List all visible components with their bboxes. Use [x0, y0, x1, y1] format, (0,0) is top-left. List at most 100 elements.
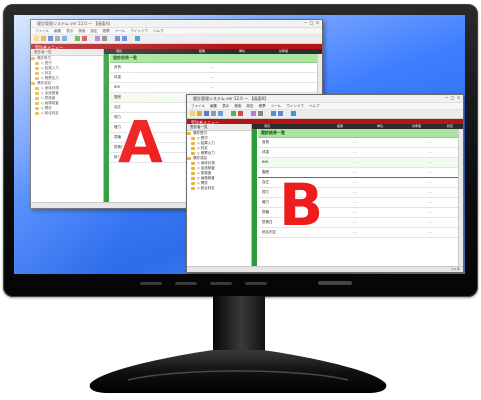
bezel-button[interactable]	[175, 282, 197, 285]
close-icon[interactable]: ×	[315, 21, 320, 25]
tree-header: 受診者一覧	[31, 49, 103, 56]
down-arrow-icon[interactable]	[122, 36, 127, 41]
print-icon[interactable]	[211, 111, 216, 116]
window-a-tree-panel: 受診者一覧 健診受付 ◇ 受付 ◇ 結果入力 ◇ 判定 ◇ 帳票出力 健診項目 …	[31, 49, 104, 202]
folder-icon	[35, 101, 39, 105]
grid-title: 健診結果一覧	[110, 54, 318, 63]
save-icon[interactable]	[204, 111, 209, 116]
menu-item[interactable]: ウインドウ	[286, 104, 304, 108]
minimize-icon[interactable]: −	[444, 96, 449, 100]
table-row[interactable]: 身長 ―	[110, 63, 318, 73]
refresh-icon[interactable]	[75, 36, 80, 41]
bezel-button[interactable]	[245, 282, 267, 285]
folder-icon	[187, 131, 191, 135]
menu-item[interactable]: 検索	[78, 29, 85, 33]
menu-item[interactable]: ヘルプ	[153, 29, 164, 33]
green-side-bar	[252, 129, 257, 266]
window-a-menubar: ファイル 編集 表示 検索 設定 帳票 ツール ウインドウ ヘルプ	[31, 28, 322, 35]
folder-icon	[35, 76, 39, 80]
table-row[interactable]: 身長 ― ―	[258, 138, 459, 148]
refresh-icon[interactable]	[231, 111, 236, 116]
edit-icon[interactable]	[95, 36, 100, 41]
folder-icon	[191, 186, 195, 190]
folder-icon	[191, 171, 195, 175]
window-b-tree-panel: 受診者一覧 健診受付 ◇ 受付 ◇ 結果入力 ◇ 判定 ◇ 帳票出力 健診項目 …	[187, 124, 252, 266]
up-arrow-icon[interactable]	[115, 36, 120, 41]
window-b[interactable]: 健診管理システム ver 12.0 — 【画面B】 − □ × ファイル 編集 …	[186, 94, 464, 273]
menu-item[interactable]: 帳票	[259, 104, 266, 108]
help-icon[interactable]	[135, 36, 140, 41]
menu-item[interactable]: 検索	[234, 104, 241, 108]
save-icon[interactable]	[48, 36, 53, 41]
open-folder-icon[interactable]	[41, 36, 46, 41]
folder-icon	[35, 91, 39, 95]
close-icon[interactable]: ×	[456, 96, 461, 100]
folder-icon	[191, 181, 195, 185]
folder-icon	[35, 106, 39, 110]
folder-icon	[35, 111, 39, 115]
open-folder-icon[interactable]	[197, 111, 202, 116]
folder-icon	[31, 56, 35, 60]
new-file-icon[interactable]	[190, 111, 195, 116]
search-icon[interactable]	[62, 36, 67, 41]
menu-item[interactable]: 編集	[54, 29, 61, 33]
window-a-titlebar[interactable]: 健診管理システム ver 12.0 — 【画面A】 − □ ×	[31, 20, 322, 28]
menu-item[interactable]: 編集	[210, 104, 217, 108]
folder-icon	[35, 86, 39, 90]
folder-icon	[35, 71, 39, 75]
folder-icon	[191, 141, 195, 145]
new-file-icon[interactable]	[34, 36, 39, 41]
stop-icon[interactable]	[238, 111, 243, 116]
tree-item[interactable]: ◇ 総合判定	[187, 186, 251, 191]
window-a-toolbar	[31, 35, 322, 44]
print-icon[interactable]	[55, 36, 60, 41]
power-button[interactable]	[318, 281, 352, 285]
tree-item[interactable]: ◇ 総合判定	[31, 111, 103, 116]
window-b-statusbar: 1/1 件	[187, 266, 463, 272]
window-a-title: 健診管理システム ver 12.0 — 【画面A】	[37, 21, 113, 26]
menu-item[interactable]: 帳票	[103, 29, 110, 33]
maximize-icon[interactable]: □	[309, 21, 314, 25]
folder-icon	[191, 146, 195, 150]
monitor-screen: 健診管理システム ver 12.0 — 【画面A】 − □ × ファイル 編集 …	[14, 15, 465, 274]
down-arrow-icon[interactable]	[278, 111, 283, 116]
table-row[interactable]: BMI ―	[110, 83, 318, 93]
table-row[interactable]: 体重 ―	[110, 73, 318, 83]
menu-item[interactable]: ウインドウ	[130, 29, 148, 33]
bezel-button[interactable]	[210, 282, 232, 285]
table-row[interactable]: BMI ― ―	[258, 158, 459, 168]
help-icon[interactable]	[291, 111, 296, 116]
delete-icon[interactable]	[258, 111, 263, 116]
edit-icon[interactable]	[251, 111, 256, 116]
menu-item[interactable]: 表示	[66, 29, 73, 33]
minimize-icon[interactable]: −	[303, 21, 308, 25]
folder-icon	[191, 176, 195, 180]
maximize-icon[interactable]: □	[450, 96, 455, 100]
window-b-titlebar[interactable]: 健診管理システム ver 12.0 — 【画面B】 − □ ×	[187, 95, 463, 103]
folder-icon	[187, 156, 191, 160]
monitor-stand-neck	[213, 296, 265, 358]
menu-item[interactable]: ツール	[271, 104, 282, 108]
label-a: A	[118, 108, 163, 176]
menu-item[interactable]: ヘルプ	[309, 104, 320, 108]
grid-title: 健診結果一覧	[258, 129, 459, 138]
menu-item[interactable]: 表示	[222, 104, 229, 108]
label-b: B	[279, 171, 324, 239]
folder-icon	[31, 81, 35, 85]
vertical-scrollbar[interactable]	[458, 129, 463, 266]
folder-icon	[191, 136, 195, 140]
stop-icon[interactable]	[82, 36, 87, 41]
menu-item[interactable]: ファイル	[191, 104, 205, 108]
folder-icon	[35, 96, 39, 100]
menu-item[interactable]: ツール	[115, 29, 126, 33]
menu-item[interactable]: 設定	[91, 29, 98, 33]
window-b-title: 健診管理システム ver 12.0 — 【画面B】	[193, 96, 269, 101]
menu-item[interactable]: ファイル	[35, 29, 49, 33]
window-b-menubar: ファイル 編集 表示 検索 設定 帳票 ツール ウインドウ ヘルプ	[187, 103, 463, 110]
search-icon[interactable]	[218, 111, 223, 116]
delete-icon[interactable]	[102, 36, 107, 41]
table-row[interactable]: 体重 ― ―	[258, 148, 459, 158]
menu-item[interactable]: 設定	[247, 104, 254, 108]
up-arrow-icon[interactable]	[271, 111, 276, 116]
bezel-button[interactable]	[140, 282, 162, 285]
